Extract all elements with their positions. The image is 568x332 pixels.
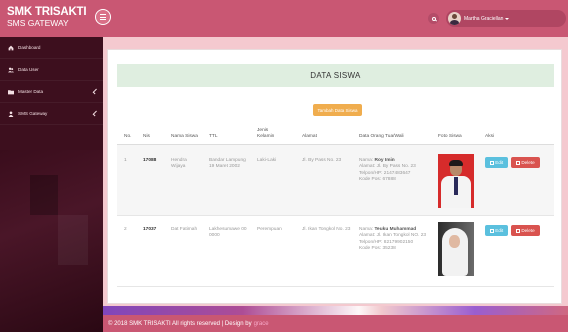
sidebar-menu: Dashboard Data User Master Data SMS Gate…	[0, 37, 103, 125]
edit-icon	[489, 228, 494, 233]
user-icon	[8, 110, 14, 117]
cell-nis: 17037	[143, 227, 157, 232]
sidebar-item-label: Dashboard	[18, 45, 41, 50]
cell-jenis-kelamin: Laki-Laki	[257, 158, 277, 163]
menu-icon-bar	[100, 13, 106, 15]
delete-label: Delete	[521, 160, 535, 165]
menu-icon-bar	[100, 19, 106, 21]
folder-icon	[8, 89, 14, 94]
footer-text: © 2018 SMK TRISAKTI All rights reserved …	[108, 320, 252, 327]
wali-label: Nama:	[359, 227, 374, 232]
edit-button[interactable]: Edit	[485, 225, 508, 236]
avatar	[448, 12, 461, 25]
dashboard-icon	[8, 45, 14, 50]
sidebar-item-sms-gateway[interactable]: SMS Gateway	[0, 103, 103, 125]
cell-nama: Hendra Wijaya	[171, 158, 187, 170]
footer-author-link[interactable]: grace	[254, 321, 269, 327]
sidebar-decoration	[58, 215, 88, 265]
wali-name: Roy Imin	[374, 158, 395, 163]
column-header-nis: Nis	[143, 134, 150, 139]
wali-pos: Kode Pos: 35238	[359, 246, 396, 252]
chevron-left-icon	[92, 88, 99, 95]
cell-wali: Nama: Roy Imin Alamat: Jl. By Pass No. 2…	[359, 158, 431, 184]
edit-label: Edit	[495, 160, 504, 165]
student-photo	[438, 222, 474, 276]
brand[interactable]: SMK TRISAKTI SMS GATEWAY	[0, 0, 103, 37]
menu-icon-bar	[100, 16, 106, 18]
panel-header: DATA SISWA	[117, 64, 554, 87]
chevron-left-icon	[92, 110, 99, 117]
column-header-jenis-kelamin: Jenis Kelamin	[257, 128, 275, 139]
wali-label: Nama:	[359, 158, 374, 163]
cell-wali: Nama: Teuku Muhammad Alamat: Jl. Ikan To…	[359, 227, 431, 253]
footer: © 2018 SMK TRISAKTI All rights reserved …	[103, 315, 568, 332]
edit-icon	[489, 160, 494, 165]
cell-ttl: Bandar Lampung 19 Maret 2002	[209, 158, 246, 170]
table-row	[117, 145, 554, 215]
column-header-alamat: Alamat	[302, 134, 317, 139]
sidebar: SMK TRISAKTI SMS GATEWAY Dashboard Data …	[0, 0, 103, 332]
trash-icon	[516, 228, 520, 233]
sidebar-item-label: Data User	[18, 67, 39, 72]
photo-hair	[449, 160, 463, 166]
cell-nama: Dat Fatimah	[171, 227, 198, 232]
photo-face	[449, 235, 460, 248]
user-name: Martha Graciellan	[464, 15, 504, 22]
sidebar-item-label: SMS Gateway	[18, 111, 48, 116]
sidebar-item-dashboard[interactable]: Dashboard	[0, 37, 103, 59]
edit-button[interactable]: Edit	[485, 157, 508, 168]
sidebar-item-label: Master Data	[18, 89, 44, 94]
data-siswa-panel: DATA SISWA Tambah Data Siswa No. Nis Nam…	[107, 49, 562, 304]
sidebar-item-data-user[interactable]: Data User	[0, 59, 103, 81]
delete-button[interactable]: Delete	[511, 225, 540, 236]
topbar: Martha Graciellan	[95, 0, 568, 37]
page-title: DATA SISWA	[310, 71, 361, 80]
decorative-stripe	[103, 306, 568, 315]
cell-jenis-kelamin: Perempuan	[257, 227, 282, 232]
brand-subtitle: SMS GATEWAY	[7, 18, 69, 28]
cell-no: 2	[124, 227, 127, 232]
trash-icon	[516, 160, 520, 165]
column-header-aksi: Aksi	[485, 134, 495, 139]
users-icon	[8, 67, 14, 72]
sidebar-item-master-data[interactable]: Master Data	[0, 81, 103, 103]
user-menu[interactable]: Martha Graciellan	[446, 10, 566, 27]
sidebar-decoration	[30, 175, 58, 215]
row-divider	[117, 286, 554, 287]
search-icon	[431, 16, 436, 21]
cell-alamat: Jl. By Pass No. 23	[302, 158, 342, 163]
cell-no: 1	[124, 158, 127, 163]
column-header-foto: Foto Siswa	[438, 134, 462, 139]
wali-pos: Kode Pos: 67888	[359, 177, 396, 183]
delete-button[interactable]: Delete	[511, 157, 540, 168]
column-header-no: No.	[124, 134, 132, 139]
photo-tie	[454, 177, 458, 195]
column-header-nama: Nama Siswa	[171, 134, 198, 139]
column-header-wali: Data Orang Tua/Wali	[359, 134, 404, 139]
search-button[interactable]	[428, 13, 439, 24]
cell-alamat: Jl. Ikan Tongkol No. 23	[302, 227, 351, 232]
edit-label: Edit	[495, 228, 504, 233]
student-photo	[438, 154, 474, 208]
cell-nis: 17088	[143, 158, 157, 163]
add-student-button[interactable]: Tambah Data Siswa	[313, 104, 362, 116]
wali-name: Teuku Muhammad	[374, 227, 417, 232]
wali-alamat: Alamat: Jl. Ikan Tongkol NO. 23	[359, 233, 427, 239]
cell-ttl: Lakhesumawe 00 0000	[209, 227, 247, 239]
column-header-ttl: TTL	[209, 134, 218, 139]
row-divider	[117, 215, 554, 216]
brand-title: SMK TRISAKTI	[7, 6, 87, 18]
sidebar-toggle-button[interactable]	[95, 9, 111, 25]
delete-label: Delete	[521, 228, 535, 233]
chevron-down-icon	[505, 17, 510, 20]
